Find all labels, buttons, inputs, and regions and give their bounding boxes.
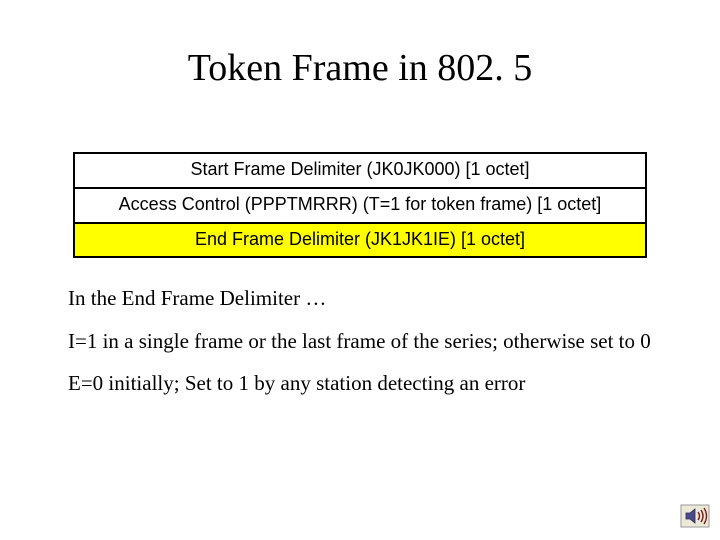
slide: Token Frame in 802. 5 Start Frame Delimi…	[0, 0, 720, 540]
sound-icon	[680, 504, 710, 528]
frame-row-start-delimiter: Start Frame Delimiter (JK0JK000) [1 octe…	[74, 153, 646, 188]
frame-row-end-delimiter: End Frame Delimiter (JK1JK1IE) [1 octet]	[74, 223, 646, 258]
slide-title: Token Frame in 802. 5	[0, 0, 720, 90]
frame-row-access-control: Access Control (PPPTMRRR) (T=1 for token…	[74, 188, 646, 223]
body-paragraph-3: E=0 initially; Set to 1 by any station d…	[0, 371, 720, 395]
token-frame-table: Start Frame Delimiter (JK0JK000) [1 octe…	[73, 152, 647, 258]
body-paragraph-2: I=1 in a single frame or the last frame …	[0, 329, 720, 353]
body-paragraph-1: In the End Frame Delimiter …	[0, 286, 720, 310]
